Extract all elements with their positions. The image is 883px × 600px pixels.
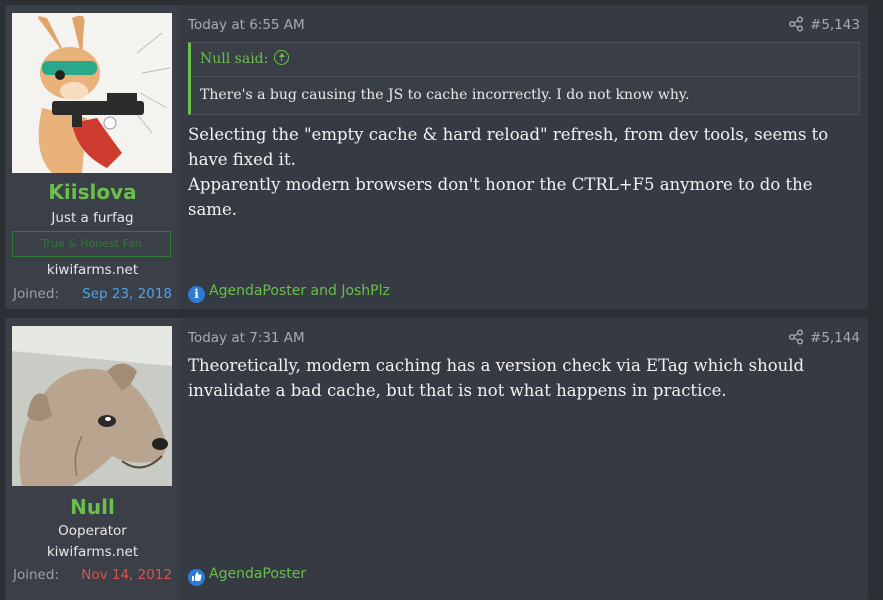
post-date[interactable]: Today at 7:31 AM: [188, 330, 305, 346]
user-title: Ooperator: [58, 523, 127, 539]
post-body-line: Theoretically, modern caching has a vers…: [188, 356, 805, 400]
post-number[interactable]: #5,144: [810, 330, 860, 346]
avatar-image: [12, 326, 172, 486]
user-panel: Null Ooperator kiwifarms.net Joined: Nov…: [5, 318, 180, 600]
post-5143: Kiislova Just a furfag True & Honest Fan…: [5, 5, 868, 309]
avatar[interactable]: [12, 13, 172, 173]
share-icon[interactable]: [788, 16, 804, 32]
joined-label: Joined:: [13, 567, 59, 583]
post-body-line: Selecting the "empty cache & hard reload…: [188, 125, 829, 169]
joined-date: Sep 23, 2018: [82, 286, 172, 302]
reactions-users[interactable]: AgendaPoster and JoshPlz: [209, 283, 390, 299]
user-site: kiwifarms.net: [46, 544, 139, 560]
user-banner: True & Honest Fan: [12, 231, 171, 257]
quote-block: Null said: There's a bug causing the JS …: [188, 42, 860, 115]
quote-text: There's a bug causing the JS to cache in…: [200, 87, 690, 103]
share-icon[interactable]: [788, 329, 804, 345]
post-number[interactable]: #5,143: [810, 17, 860, 33]
avatar[interactable]: [12, 326, 172, 486]
quote-author[interactable]: Null said:: [200, 51, 268, 67]
post-body: Theoretically, modern caching has a vers…: [188, 353, 860, 403]
reactions-bar[interactable]: AgendaPoster: [188, 566, 306, 586]
joined-date: Nov 14, 2012: [81, 567, 172, 583]
reactions-bar[interactable]: i AgendaPoster and JoshPlz: [188, 283, 390, 303]
joined-label: Joined:: [13, 286, 59, 302]
username[interactable]: Null: [5, 495, 180, 519]
user-panel: Kiislova Just a furfag True & Honest Fan…: [5, 5, 180, 309]
user-title: Just a furfag: [51, 210, 134, 226]
quote-header[interactable]: Null said:: [191, 43, 859, 77]
username[interactable]: Kiislova: [5, 180, 180, 204]
post-5144: Null Ooperator kiwifarms.net Joined: Nov…: [5, 318, 868, 600]
like-reaction-icon: [188, 569, 205, 586]
avatar-image: [12, 13, 172, 173]
post-body-line: Apparently modern browsers don't honor t…: [188, 175, 813, 219]
info-reaction-icon: i: [188, 286, 205, 303]
post-body: Selecting the "empty cache & hard reload…: [188, 122, 860, 222]
jump-to-quote-icon[interactable]: [274, 50, 290, 65]
post-date[interactable]: Today at 6:55 AM: [188, 17, 305, 33]
reactions-users[interactable]: AgendaPoster: [209, 566, 306, 582]
user-site: kiwifarms.net: [46, 262, 139, 278]
